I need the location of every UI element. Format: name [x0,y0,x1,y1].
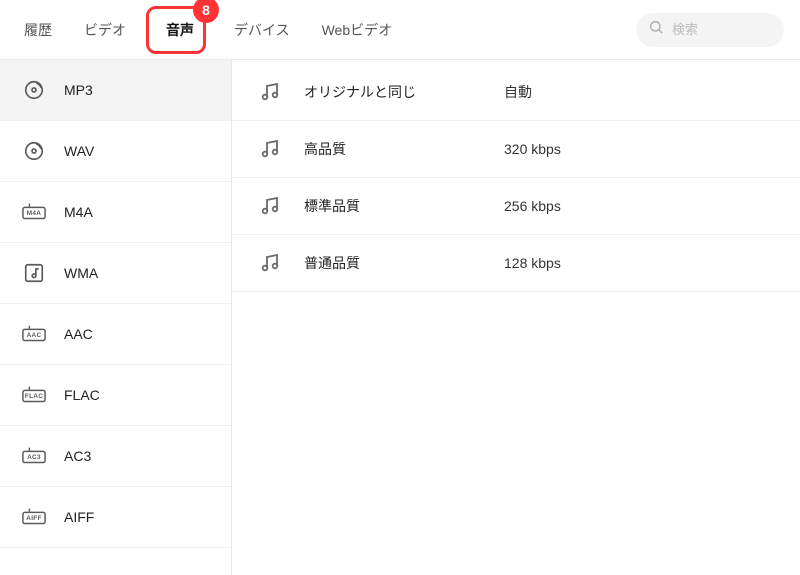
svg-text:AIFF: AIFF [26,515,41,522]
flac-badge-icon: FLAC [22,383,46,407]
music-note-icon [256,137,284,161]
sidebar-item-aiff[interactable]: AIFF AIFF [0,487,231,548]
music-note-icon [256,251,284,275]
sidebar-item-label: M4A [64,204,93,220]
quality-label: オリジナルと同じ [304,82,484,102]
svg-text:M4A: M4A [27,210,42,217]
quality-row[interactable]: 高品質 320 kbps [232,121,800,178]
sidebar-item-m4a[interactable]: M4A M4A [0,182,231,243]
sidebar-item-label: WMA [64,265,98,281]
quality-row[interactable]: 普通品質 128 kbps [232,235,800,292]
sidebar-item-label: FLAC [64,387,100,403]
format-sidebar: MP3 WAV M4A M4A WMA AAC AAC [0,60,232,575]
quality-row[interactable]: 標準品質 256 kbps [232,178,800,235]
search-input[interactable] [672,22,772,37]
quality-label: 高品質 [304,139,484,159]
search-field[interactable] [636,13,784,47]
quality-label: 普通品質 [304,253,484,273]
aac-badge-icon: AAC [22,322,46,346]
sidebar-item-label: WAV [64,143,94,159]
tab-device[interactable]: デバイス [218,10,306,50]
sidebar-item-flac[interactable]: FLAC FLAC [0,365,231,426]
sidebar-item-wma[interactable]: WMA [0,243,231,304]
aiff-badge-icon: AIFF [22,505,46,529]
tab-webvideo[interactable]: Webビデオ [306,10,409,50]
music-note-icon [256,80,284,104]
disc-icon [22,78,46,102]
svg-text:AAC: AAC [27,332,42,339]
tab-audio-label: 音声 [166,22,194,38]
music-note-icon [256,194,284,218]
quality-list: オリジナルと同じ 自動 高品質 320 kbps 標準品質 256 kbps 普… [232,60,800,575]
svg-text:AC3: AC3 [27,454,41,461]
quality-row[interactable]: オリジナルと同じ 自動 [232,64,800,121]
quality-bitrate: 128 kbps [504,255,561,271]
quality-bitrate: 320 kbps [504,141,561,157]
quality-bitrate: 自動 [504,82,532,102]
sidebar-item-label: AAC [64,326,93,342]
note-box-icon [22,261,46,285]
sidebar-item-wav[interactable]: WAV [0,121,231,182]
quality-bitrate: 256 kbps [504,198,561,214]
ac3-badge-icon: AC3 [22,444,46,468]
sidebar-item-mp3[interactable]: MP3 [0,60,231,121]
tab-video[interactable]: ビデオ [68,10,142,50]
sidebar-item-label: AC3 [64,448,91,464]
sidebar-item-aac[interactable]: AAC AAC [0,304,231,365]
disc-icon [22,139,46,163]
m4a-badge-icon: M4A [22,200,46,224]
tab-audio[interactable]: 音声 8 [150,10,210,50]
quality-label: 標準品質 [304,196,484,216]
tab-history[interactable]: 履歴 [8,10,68,50]
search-icon [648,19,664,40]
tab-badge: 8 [193,0,219,23]
svg-text:FLAC: FLAC [25,393,43,400]
tabs: 履歴 ビデオ 音声 8 デバイス Webビデオ [8,10,636,50]
sidebar-item-ac3[interactable]: AC3 AC3 [0,426,231,487]
sidebar-item-label: AIFF [64,509,94,525]
sidebar-item-label: MP3 [64,82,93,98]
